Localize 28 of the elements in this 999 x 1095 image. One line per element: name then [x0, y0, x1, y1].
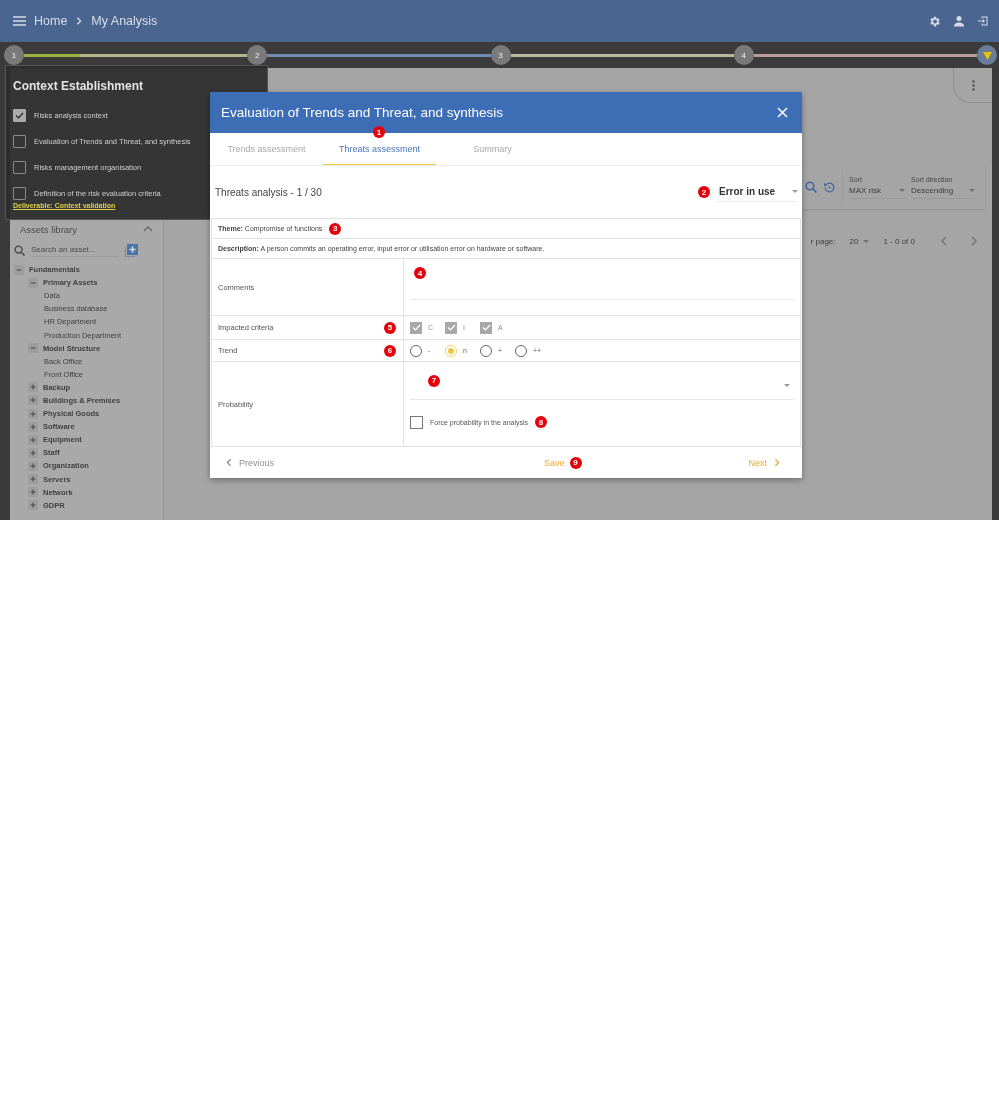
- number-badge: 5: [384, 321, 396, 334]
- probability-dropdown[interactable]: 7: [410, 362, 794, 400]
- tab[interactable]: Trends assessment: [210, 133, 323, 165]
- pagination-range: 1 - 0 of 0: [883, 236, 915, 246]
- tab[interactable]: Summary: [436, 133, 549, 165]
- number-badge: 4: [414, 267, 426, 279]
- breadcrumb-link[interactable]: My Analysis: [91, 14, 158, 28]
- panel-title: Assets library: [20, 223, 77, 235]
- popup-title: Context Establishment: [13, 79, 145, 93]
- search-field[interactable]: Search an asset...: [31, 243, 119, 257]
- pagination-label: r page:: [810, 236, 836, 246]
- number-badge: 9: [569, 456, 582, 469]
- step-circle[interactable]: 2: [247, 45, 268, 65]
- number-badge: 3: [329, 222, 342, 235]
- page-size-dropdown[interactable]: 20: [849, 236, 870, 246]
- step-circle[interactable]: 3: [490, 45, 511, 65]
- sort-dropdown[interactable]: Descending: [911, 185, 975, 199]
- sort-dropdown[interactable]: MAX risk: [849, 185, 905, 199]
- number-badge: 8: [535, 416, 548, 428]
- number-badge: 2: [698, 186, 710, 198]
- number-badge: 6: [384, 344, 396, 357]
- breadcrumb-link[interactable]: Home: [34, 14, 68, 28]
- step-circle[interactable]: 1: [4, 45, 24, 65]
- dialog-title: Evaluation of Trends and Threat, and synthesis: [221, 105, 503, 120]
- number-badge: 7: [428, 374, 440, 387]
- threat-counter: Threats analysis - 1 / 30: [215, 186, 322, 198]
- step-circle[interactable]: 4: [733, 45, 754, 65]
- threat-dropdown[interactable]: Error in use: [716, 182, 798, 202]
